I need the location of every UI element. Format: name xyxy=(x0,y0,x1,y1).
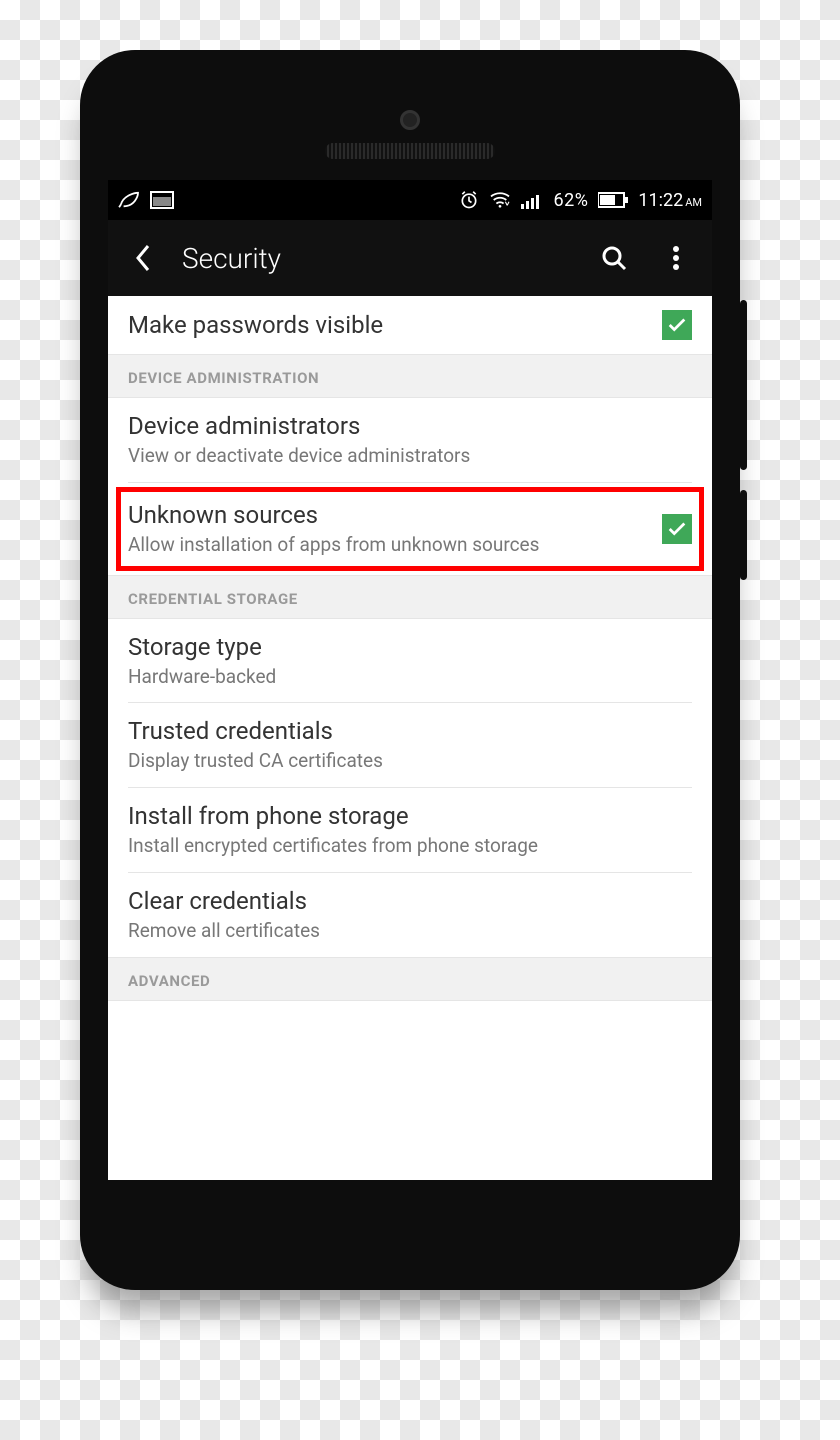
setting-sub: Install encrypted certificates from phon… xyxy=(128,834,692,858)
setting-trusted-credentials[interactable]: Trusted credentials Display trusted CA c… xyxy=(108,703,712,787)
overflow-menu-button[interactable] xyxy=(652,234,700,282)
settings-list: Make passwords visible DEVICE ADMINISTRA… xyxy=(108,296,712,1001)
setting-sub: View or deactivate device administrators xyxy=(128,444,692,468)
setting-storage-type[interactable]: Storage type Hardware-backed xyxy=(108,619,712,703)
power-button xyxy=(740,490,747,580)
clock-time: 11:22AM xyxy=(638,190,702,211)
page-title: Security xyxy=(182,242,281,275)
setting-unknown-sources[interactable]: Unknown sources Allow installation of ap… xyxy=(108,483,712,575)
app-bar: Security xyxy=(108,220,712,296)
section-header-device-admin: DEVICE ADMINISTRATION xyxy=(108,354,712,398)
battery-icon xyxy=(598,192,628,208)
more-vert-icon xyxy=(672,245,680,271)
window-icon xyxy=(150,191,174,209)
status-bar: 62% 11:22AM xyxy=(108,180,712,220)
setting-label: Storage type xyxy=(128,633,692,661)
setting-sub: Hardware-backed xyxy=(128,665,692,689)
alarm-icon xyxy=(459,190,479,210)
battery-percent: 62% xyxy=(553,190,588,211)
setting-label: Device administrators xyxy=(128,412,692,440)
setting-clear-credentials[interactable]: Clear credentials Remove all certificate… xyxy=(108,873,712,957)
phone-frame: 62% 11:22AM Security xyxy=(80,50,740,1290)
setting-label: Clear credentials xyxy=(128,887,692,915)
setting-sub: Display trusted CA certificates xyxy=(128,749,692,773)
search-button[interactable] xyxy=(590,234,638,282)
setting-label: Trusted credentials xyxy=(128,717,692,745)
front-camera xyxy=(400,110,420,130)
section-header-advanced: ADVANCED xyxy=(108,957,712,1001)
checkbox-checked[interactable] xyxy=(662,514,692,544)
setting-label: Make passwords visible xyxy=(128,311,648,339)
setting-install-from-phone-storage[interactable]: Install from phone storage Install encry… xyxy=(108,788,712,872)
section-header-credential-storage: CREDENTIAL STORAGE xyxy=(108,575,712,619)
setting-make-passwords-visible[interactable]: Make passwords visible xyxy=(108,296,712,354)
wifi-icon xyxy=(489,191,511,209)
setting-label: Unknown sources xyxy=(128,501,648,529)
checkbox-checked[interactable] xyxy=(662,310,692,340)
signal-icon xyxy=(521,191,543,209)
setting-sub: Allow installation of apps from unknown … xyxy=(128,533,648,557)
search-icon xyxy=(600,244,628,272)
setting-device-administrators[interactable]: Device administrators View or deactivate… xyxy=(108,398,712,482)
ear-speaker xyxy=(325,143,495,159)
screen: 62% 11:22AM Security xyxy=(108,180,712,1180)
setting-sub: Remove all certificates xyxy=(128,919,692,943)
back-button[interactable] xyxy=(120,234,168,282)
leaf-icon xyxy=(118,191,140,209)
volume-button xyxy=(740,300,747,470)
setting-label: Install from phone storage xyxy=(128,802,692,830)
